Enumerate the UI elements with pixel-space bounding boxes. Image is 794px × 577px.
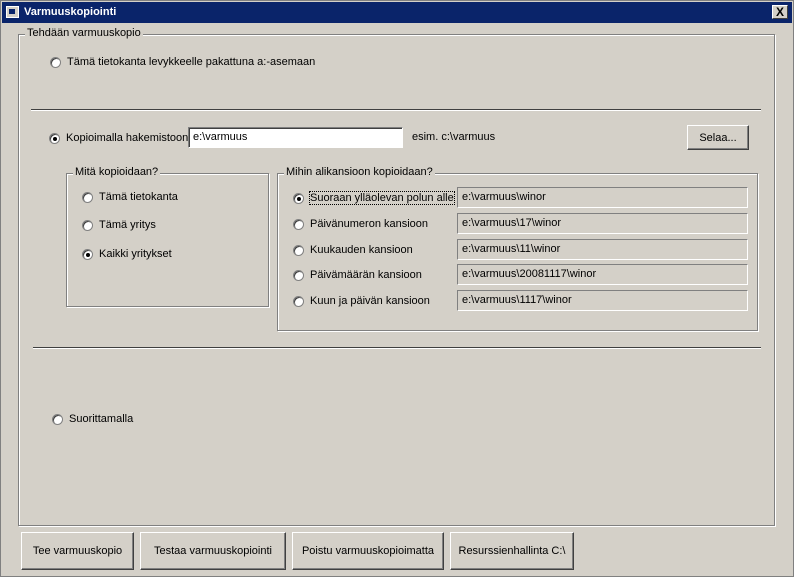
what-option-label: Tämä yritys	[99, 219, 156, 231]
option-run-radio[interactable]: Suorittamalla	[52, 411, 133, 427]
where-day-number-path: e:\varmuus\17\winor	[457, 213, 748, 234]
radio-indicator	[293, 269, 304, 281]
radio-indicator	[50, 56, 61, 68]
option-floppy-radio[interactable]: Tämä tietokanta levykkeelle pakattuna a:…	[50, 54, 315, 70]
radio-indicator	[82, 219, 93, 231]
what-option-label: Tämä tietokanta	[99, 191, 178, 203]
where-date-path: e:\varmuus\20081117\winor	[457, 264, 748, 285]
where-option-label: Päivänumeron kansioon	[310, 218, 429, 230]
make-backup-button[interactable]: Tee varmuuskopio	[21, 532, 134, 570]
what-all-companies-radio[interactable]: Kaikki yritykset	[82, 246, 172, 262]
where-month-day-radio[interactable]: Kuun ja päivän kansioon	[293, 293, 430, 309]
where-month-radio[interactable]: Kuukauden kansioon	[293, 242, 413, 258]
radio-indicator	[49, 132, 60, 144]
where-option-label: Kuukauden kansioon	[310, 244, 413, 256]
app-icon	[6, 6, 19, 18]
backup-group-legend: Tehdään varmuuskopio	[25, 27, 143, 39]
close-button[interactable]: X	[772, 5, 788, 19]
where-month-day-path: e:\varmuus\1117\winor	[457, 290, 748, 311]
test-backup-button[interactable]: Testaa varmuuskopiointi	[140, 532, 286, 570]
option-copy-dir-radio[interactable]: Kopioimalla hakemistoon	[49, 130, 188, 146]
radio-indicator	[293, 295, 304, 307]
where-direct-radio[interactable]: Suoraan ylläolevan polun alle	[293, 190, 455, 206]
backup-path-input[interactable]: e:\varmuus	[188, 127, 403, 148]
where-option-label: Kuun ja päivän kansioon	[310, 295, 430, 307]
radio-indicator	[293, 192, 304, 204]
where-day-number-radio[interactable]: Päivänumeron kansioon	[293, 216, 428, 232]
where-group-legend: Mihin alikansioon kopioidaan?	[284, 166, 435, 178]
radio-indicator	[293, 244, 304, 256]
radio-indicator	[82, 248, 93, 260]
what-this-database-radio[interactable]: Tämä tietokanta	[82, 189, 178, 205]
what-group-legend: Mitä kopioidaan?	[73, 166, 161, 178]
radio-indicator	[82, 191, 93, 203]
path-example-text: esim. c:\varmuus	[412, 131, 496, 143]
what-this-company-radio[interactable]: Tämä yritys	[82, 217, 156, 233]
option-run-label: Suorittamalla	[69, 413, 134, 425]
window-title: Varmuuskopiointi	[24, 6, 117, 18]
open-explorer-button[interactable]: Resurssienhallinta C:\	[450, 532, 574, 570]
where-month-path: e:\varmuus\11\winor	[457, 239, 748, 260]
exit-without-backup-button[interactable]: Poistu varmuuskopioimatta	[292, 532, 444, 570]
option-copy-dir-label: Kopioimalla hakemistoon	[66, 132, 189, 144]
option-floppy-label: Tämä tietokanta levykkeelle pakattuna a:…	[67, 56, 316, 68]
separator-top	[31, 109, 761, 111]
browse-button[interactable]: Selaa...	[687, 125, 749, 150]
where-direct-path: e:\varmuus\winor	[457, 187, 748, 208]
separator-bottom	[33, 347, 761, 349]
radio-indicator	[52, 413, 63, 425]
where-option-label: Päivämäärän kansioon	[310, 269, 422, 281]
where-date-radio[interactable]: Päivämäärän kansioon	[293, 267, 422, 283]
title-bar: Varmuuskopiointi X	[2, 2, 792, 23]
where-option-label: Suoraan ylläolevan polun alle	[309, 191, 455, 205]
backup-window: Varmuuskopiointi X Tehdään varmuuskopio …	[0, 0, 794, 577]
what-option-label: Kaikki yritykset	[99, 248, 172, 260]
radio-indicator	[293, 218, 304, 230]
